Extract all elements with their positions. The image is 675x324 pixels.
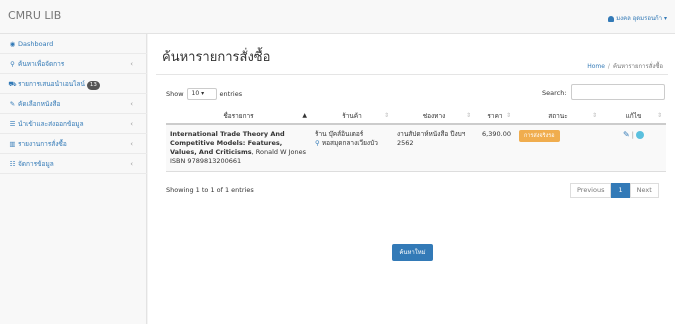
sort-icon: ⇕ xyxy=(656,112,662,119)
edit-icon[interactable]: ✎ xyxy=(623,130,630,139)
sidebar-item-search-manage[interactable]: ⚲ ค้นหาเพื่อจัดการ ‹ xyxy=(0,54,147,74)
search-icon: ⚲ xyxy=(10,60,15,68)
new-search-button[interactable]: ค้นหาใหม่ xyxy=(392,244,433,261)
sidebar-item-label: รายการเสนอนำเอนไลน์ xyxy=(18,80,85,88)
cell-title: International Trade Theory And Competiti… xyxy=(166,124,311,172)
sort-icon: ⇕ xyxy=(383,112,389,119)
sort-icon: ⇕ xyxy=(465,112,471,119)
sort-asc-icon: ▲ xyxy=(302,112,307,119)
cell-shop: ร้าน บุ๊คส์อินเตอร์ ⚲ หอสมุดกลางเวียงบัว xyxy=(311,124,393,172)
sort-icon: ⇕ xyxy=(591,112,597,119)
chevron-left-icon: ‹ xyxy=(130,140,133,148)
status-badge[interactable]: การส่งจริงรอ xyxy=(519,130,560,142)
main-content: ค้นหารายการสั่งซื้อ Home / ค้นหารายการสั่ง… xyxy=(148,34,675,324)
price-value: 6,390.00 xyxy=(482,130,511,138)
sidebar-item-import-export[interactable]: ☰ นำเข้าและส่งออกข้อมูล ‹ xyxy=(0,114,147,134)
page-size-select[interactable]: 10 ▾ xyxy=(186,88,217,100)
chevron-left-icon: ‹ xyxy=(130,160,133,168)
orders-table: ชื่อรายการ ▲ ร้านค้า ⇕ ช่องทาง ⇕ ราคา ⇕ สถาน… xyxy=(166,108,666,172)
sidebar-item-label: คัดเลือกหนังสือ xyxy=(18,100,61,108)
search-label: Search: xyxy=(542,89,567,97)
chart-icon: ▥ xyxy=(9,140,16,148)
user-icon xyxy=(608,15,615,22)
divider xyxy=(156,74,668,75)
show-label: Show xyxy=(166,90,184,98)
info-icon[interactable] xyxy=(636,130,645,139)
sidebar-item-select-books[interactable]: ✎ คัดเลือกหนังสือ ‹ xyxy=(0,94,147,114)
breadcrumb-current: ค้นหารายการสั่งซื้อ xyxy=(612,63,663,70)
column-header-edit[interactable]: แก้ไข ⇕ xyxy=(601,108,666,125)
cell-price: 6,390.00 xyxy=(475,124,515,172)
book-isbn: ISBN 9789813200661 xyxy=(170,157,242,165)
shop-name: ร้าน บุ๊คส์อินเตอร์ xyxy=(315,130,364,138)
shop-location: หอสมุดกลางเวียงบัว xyxy=(321,139,378,147)
dashboard-icon: ◉ xyxy=(9,40,16,48)
sidebar-item-label: นำเข้าและส่งออกข้อมูล xyxy=(18,120,84,128)
edit-icon: ✎ xyxy=(9,100,16,108)
sidebar-item-label: Dashboard xyxy=(18,40,54,48)
sidebar-item-dashboard[interactable]: ◉ Dashboard xyxy=(0,34,147,54)
column-header-status[interactable]: สถานะ ⇕ xyxy=(515,108,601,125)
table-info: Showing 1 to 1 of 1 entries xyxy=(166,186,254,194)
column-header-price[interactable]: ราคา ⇕ xyxy=(475,108,515,125)
sidebar-item-label: จัดการข้อมูล xyxy=(18,160,54,168)
app-brand[interactable]: CMRU LIB xyxy=(8,9,61,22)
sidebar-item-online-requests[interactable]: ⛟รายการเสนอนำเอนไลน์ 13 xyxy=(0,74,147,94)
pagination: Previous 1 Next xyxy=(570,183,659,198)
chevron-left-icon: ‹ xyxy=(130,60,133,68)
sidebar-item-reports[interactable]: ▥ รายงานการสั่งซื้อ ‹ xyxy=(0,134,147,154)
search-input[interactable] xyxy=(571,84,665,100)
cell-status: การส่งจริงรอ xyxy=(515,124,601,172)
page-size-value: 10 xyxy=(191,90,200,97)
pagination-page[interactable]: 1 xyxy=(611,183,630,198)
entries-label: entries xyxy=(219,90,243,98)
pagination-previous[interactable]: Previous xyxy=(570,183,612,198)
user-name: มงคล อุดมรอนก้า xyxy=(616,15,663,22)
pagination-next[interactable]: Next xyxy=(629,183,659,198)
location-icon: ⚲ xyxy=(315,139,320,147)
column-header-channel[interactable]: ช่องทาง ⇕ xyxy=(393,108,475,125)
separator: | xyxy=(631,131,635,139)
user-menu[interactable]: มงคล อุดมรอนก้า ▾ xyxy=(608,13,667,23)
sidebar-item-manage-data[interactable]: ☷ จัดการข้อมูล ‹ xyxy=(0,154,147,174)
caret-down-icon: ▾ xyxy=(663,15,667,22)
book-author: , Ronald W Jones xyxy=(251,148,306,156)
breadcrumb-separator: / xyxy=(607,63,610,70)
channel-name: งานสัปดาห์หนังสือ ปีงบฯ 2562 xyxy=(397,130,466,147)
count-badge: 13 xyxy=(86,81,100,90)
sidebar-item-label: รายงานการสั่งซื้อ xyxy=(18,140,67,148)
cell-actions: ✎ | xyxy=(601,124,666,172)
sidebar: ◉ Dashboard ⚲ ค้นหาเพื่อจัดการ ‹ ⛟รายการเส… xyxy=(0,34,147,324)
chevron-left-icon: ‹ xyxy=(130,120,133,128)
breadcrumb: Home / ค้นหารายการสั่งซื้อ xyxy=(587,61,663,71)
column-header-shop[interactable]: ร้านค้า ⇕ xyxy=(311,108,393,125)
sidebar-item-label: ค้นหาเพื่อจัดการ xyxy=(18,60,65,68)
sliders-icon: ☷ xyxy=(9,160,16,168)
page-title: ค้นหารายการสั่งซื้อ xyxy=(162,50,271,65)
list-icon: ☰ xyxy=(9,120,16,128)
page-size-control: Show 10 ▾ entries xyxy=(166,88,242,100)
top-navbar: CMRU LIB มงคล อุดมรอนก้า ▾ xyxy=(0,0,675,34)
column-header-title[interactable]: ชื่อรายการ ▲ xyxy=(166,108,311,125)
cell-channel: งานสัปดาห์หนังสือ ปีงบฯ 2562 xyxy=(393,124,475,172)
caret-down-icon: ▾ xyxy=(201,90,205,97)
cart-icon: ⛟ xyxy=(8,80,17,88)
breadcrumb-home[interactable]: Home xyxy=(587,63,605,70)
chevron-left-icon: ‹ xyxy=(130,100,133,108)
table-row: International Trade Theory And Competiti… xyxy=(166,124,666,172)
sort-icon: ⇕ xyxy=(505,112,511,119)
